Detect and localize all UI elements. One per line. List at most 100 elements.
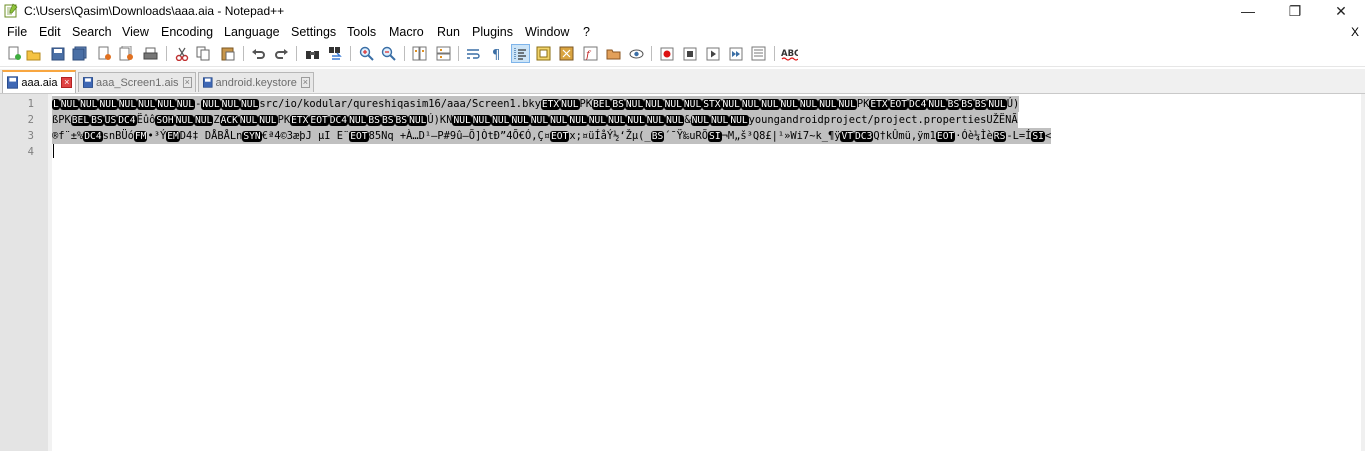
text-run: D4‡ DÅBÅLn: [179, 130, 243, 142]
new-file-button[interactable]: [5, 45, 22, 62]
zoom-out-button[interactable]: [380, 45, 397, 62]
control-char-badge: SI: [708, 131, 722, 142]
record-icon: [660, 47, 673, 60]
editor-line-2[interactable]: ßPKBEL BS US DC4ËûôSOH NUL NULZACK NUL NULPKETX…: [52, 112, 1018, 128]
cut-button[interactable]: [173, 45, 190, 62]
menu-edit[interactable]: Edit: [39, 25, 61, 39]
menu-encoding[interactable]: Encoding: [161, 25, 213, 39]
text-editor[interactable]: L NUL NUL NUL NUL NUL NUL NUL-NUL NUL NULsrc/io/k…: [52, 94, 1365, 451]
editor-line-3[interactable]: ®f¨±%DC4snBÜóFM•³ÝEMD4‡ DÅBÅLnSYN€ª4©3æþ…: [52, 128, 1052, 144]
run-macro-multiple-button[interactable]: [727, 45, 744, 62]
function-list-button[interactable]: f: [582, 45, 599, 62]
control-char-badge: EM: [166, 131, 180, 142]
copy-button[interactable]: [195, 45, 212, 62]
menu-view[interactable]: View: [122, 25, 149, 39]
menu-plugins[interactable]: Plugins: [472, 25, 513, 39]
control-char-badge: NUL: [408, 115, 428, 126]
tab-close-icon[interactable]: ×: [61, 77, 72, 88]
close-icon: ✕: [1335, 2, 1347, 19]
control-char-badge: NUL: [258, 115, 278, 126]
redo-button[interactable]: [273, 45, 290, 62]
save-icon: [51, 47, 64, 60]
stop-macro-button[interactable]: [681, 45, 698, 62]
play-macro-button[interactable]: [704, 45, 721, 62]
control-char-badge: NUL: [175, 99, 196, 110]
save-all-button[interactable]: [71, 45, 88, 62]
toolbar-separator: [404, 46, 405, 61]
control-char-badge: NUL: [645, 115, 666, 126]
control-char-badge: NUL: [348, 115, 368, 126]
menu-settings[interactable]: Settings: [291, 25, 336, 39]
word-wrap-button[interactable]: [465, 45, 482, 62]
text-run: PK: [856, 98, 870, 110]
save-button[interactable]: [49, 45, 66, 62]
control-char-badge: SOH: [155, 115, 175, 126]
pilcrow-icon: ¶: [492, 48, 500, 61]
menu-tools[interactable]: Tools: [347, 25, 376, 39]
menu-language[interactable]: Language: [224, 25, 280, 39]
control-char-badge: BS: [946, 99, 961, 110]
control-char-badge: NUL: [987, 99, 1007, 110]
menu-file[interactable]: File: [7, 25, 27, 39]
print-button[interactable]: [142, 45, 159, 62]
line-number-gutter: 1 2 3 4: [0, 94, 48, 451]
save-macro-button[interactable]: [750, 45, 767, 62]
control-char-badge: NUL: [682, 99, 703, 110]
open-file-button[interactable]: [25, 45, 42, 62]
minimize-button[interactable]: —: [1225, 0, 1271, 22]
udl-icon: [536, 46, 551, 61]
tab-close-icon[interactable]: ×: [182, 77, 192, 88]
folder-workspace-button[interactable]: [605, 45, 622, 62]
sync-horizontal-button[interactable]: [435, 45, 452, 62]
close-file-button[interactable]: [95, 45, 112, 62]
control-char-badge: NUL: [740, 99, 761, 110]
vertical-scrollbar[interactable]: [1361, 94, 1365, 451]
zoom-in-button[interactable]: [358, 45, 375, 62]
tab-aaa-aia[interactable]: aaa.aia ×: [2, 70, 76, 93]
paste-button[interactable]: [219, 45, 236, 62]
control-char-badge: DC4: [83, 131, 103, 142]
replace-button[interactable]: [327, 45, 344, 62]
toolbar-separator: [458, 46, 459, 61]
show-all-chars-button[interactable]: ¶: [488, 45, 505, 62]
record-macro-button[interactable]: [658, 45, 675, 62]
stop-icon: [683, 47, 696, 60]
monitoring-button[interactable]: [628, 45, 645, 62]
text-run: youngandroidproject/project.propertiesUŽ…: [748, 114, 1018, 126]
control-char-badge: NUL: [471, 115, 492, 126]
toolbar: ¶ f ABC: [0, 42, 1365, 67]
control-char-badge: NUL: [690, 115, 710, 126]
control-char-badge: FM: [133, 131, 148, 142]
maximize-button[interactable]: ❐: [1272, 0, 1318, 22]
tab-aaa-screen1-ais[interactable]: aaa_Screen1.ais ×: [78, 72, 196, 92]
close-document-button[interactable]: X: [1351, 25, 1359, 39]
control-char-badge: NUL: [587, 115, 608, 126]
user-defined-language-button[interactable]: [535, 45, 552, 62]
sync-vertical-button[interactable]: [411, 45, 428, 62]
editor-line-1[interactable]: L NUL NUL NUL NUL NUL NUL NUL-NUL NUL NULsrc/io/k…: [52, 96, 1020, 112]
control-char-badge: US: [103, 115, 118, 126]
menu-window[interactable]: Window: [525, 25, 569, 39]
saved-file-icon: [83, 77, 93, 88]
control-char-badge: DC4: [117, 115, 137, 126]
title-bar: C:\Users\Qasim\Downloads\aaa.aia - Notep…: [0, 0, 1365, 22]
find-button[interactable]: [304, 45, 321, 62]
undo-button[interactable]: [250, 45, 267, 62]
close-all-button[interactable]: [118, 45, 135, 62]
spell-check-button[interactable]: ABC: [781, 45, 798, 62]
control-char-badge: BEL: [70, 115, 91, 126]
tab-android-keystore[interactable]: android.keystore ×: [198, 72, 314, 92]
control-char-badge: NUL: [927, 99, 947, 110]
control-char-badge: NUL: [59, 99, 80, 110]
control-char-badge: NUL: [98, 99, 118, 110]
close-button[interactable]: ✕: [1318, 0, 1364, 22]
menu-macro[interactable]: Macro: [389, 25, 424, 39]
control-char-badge: NUL: [510, 115, 530, 126]
menu-run[interactable]: Run: [437, 25, 460, 39]
tab-close-icon[interactable]: ×: [300, 77, 310, 88]
menu-help[interactable]: ?: [583, 25, 590, 39]
control-char-badge: NUL: [721, 99, 741, 110]
document-map-button[interactable]: [558, 45, 575, 62]
indent-guide-button[interactable]: [511, 44, 530, 63]
menu-search[interactable]: Search: [72, 25, 112, 39]
